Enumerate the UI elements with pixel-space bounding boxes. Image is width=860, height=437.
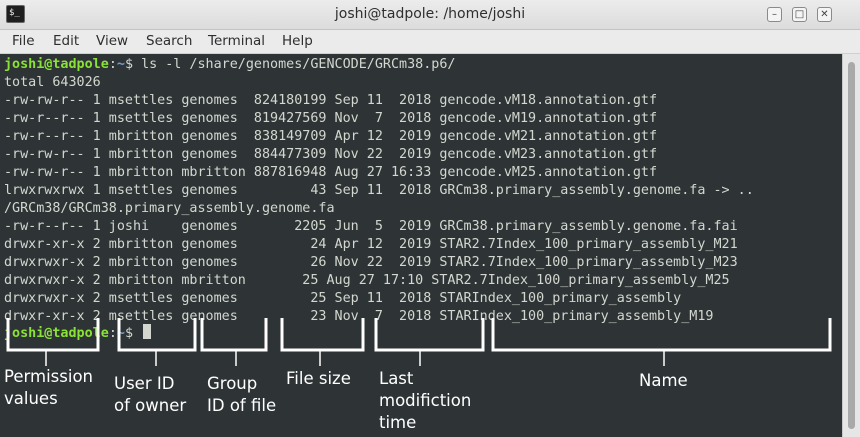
modified-bracket	[374, 318, 485, 352]
name-bracket	[491, 318, 832, 352]
group-annotation: Group ID of file	[207, 374, 277, 415]
permission-annotation: Permission values	[4, 367, 93, 408]
modified-annotation: Last modifiction time	[379, 369, 472, 432]
permission-bracket	[6, 318, 100, 352]
owner-annotation: User ID of owner	[114, 374, 187, 415]
size-bracket	[280, 318, 365, 352]
name-annotation: Name	[639, 371, 688, 390]
group-bracket	[200, 318, 268, 352]
owner-bracket	[117, 318, 197, 352]
size-annotation: File size	[286, 369, 351, 388]
